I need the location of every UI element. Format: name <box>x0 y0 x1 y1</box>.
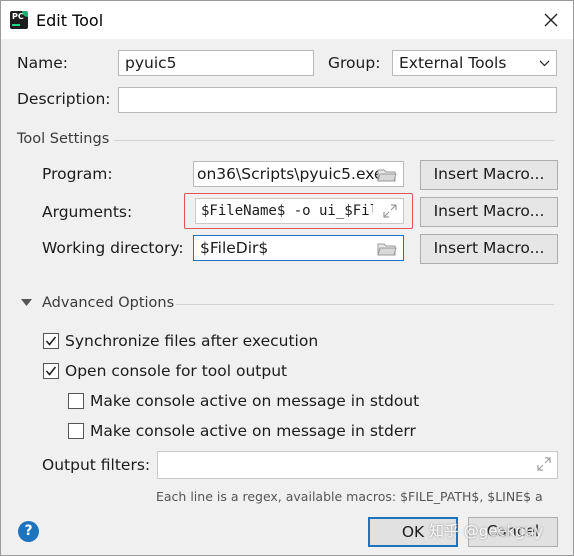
working-directory-label: Working directory: <box>42 239 184 257</box>
arguments-input[interactable]: $FileName$ -o ui_$FileN <box>195 198 404 224</box>
program-insert-macro-button[interactable]: Insert Macro... <box>420 160 558 190</box>
open-console-checkbox[interactable] <box>43 363 59 379</box>
stdout-checkbox[interactable] <box>68 393 84 409</box>
folder-icon[interactable] <box>377 242 397 256</box>
close-icon <box>544 13 558 27</box>
program-input[interactable]: on36\Scripts\pyuic5.exe <box>193 161 404 187</box>
arguments-label: Arguments: <box>42 203 133 221</box>
checkmark-icon <box>45 336 57 346</box>
tool-settings-heading: Tool Settings <box>17 131 110 147</box>
stderr-checkbox[interactable] <box>68 423 84 439</box>
tool-settings-separator <box>114 140 554 141</box>
arguments-insert-macro-button[interactable]: Insert Macro... <box>420 197 558 227</box>
checkmark-icon <box>45 366 57 376</box>
collapse-triangle-icon[interactable] <box>21 299 32 307</box>
stderr-label[interactable]: Make console active on message in stderr <box>90 422 416 440</box>
advanced-options-separator <box>176 304 554 305</box>
output-filters-hint: Each line is a regex, available macros: … <box>156 489 543 504</box>
sync-files-label[interactable]: Synchronize files after execution <box>65 332 318 350</box>
name-input[interactable]: pyuic5 <box>118 50 314 76</box>
program-input-value: on36\Scripts\pyuic5.exe <box>197 165 384 183</box>
working-directory-insert-macro-button[interactable]: Insert Macro... <box>420 234 558 264</box>
program-label: Program: <box>42 165 113 183</box>
open-console-label[interactable]: Open console for tool output <box>65 362 287 380</box>
description-label: Description: <box>17 90 111 108</box>
name-input-value: pyuic5 <box>125 54 177 72</box>
window-title: Edit Tool <box>36 11 104 30</box>
watermark: 知乎 @geekguy <box>429 522 544 540</box>
group-select[interactable]: External Tools <box>392 50 557 76</box>
description-input[interactable] <box>118 87 557 113</box>
title-bar: PC Edit Tool <box>1 1 573 39</box>
working-directory-input[interactable]: $FileDir$ <box>193 235 404 261</box>
expand-icon[interactable] <box>383 204 397 218</box>
output-filters-label: Output filters: <box>42 456 151 474</box>
close-button[interactable] <box>537 7 565 33</box>
pycharm-app-icon: PC <box>10 11 28 29</box>
chevron-down-icon <box>539 60 550 67</box>
help-button[interactable]: ? <box>18 521 39 542</box>
working-directory-input-value: $FileDir$ <box>200 239 269 257</box>
arguments-input-value: $FileName$ -o ui_$FileN <box>201 203 395 219</box>
stdout-label[interactable]: Make console active on message in stdout <box>90 392 419 410</box>
name-label: Name: <box>17 54 68 72</box>
group-select-value: External Tools <box>399 54 507 72</box>
sync-files-checkbox[interactable] <box>43 333 59 349</box>
expand-icon[interactable] <box>537 457 551 471</box>
folder-icon[interactable] <box>377 168 397 182</box>
output-filters-input[interactable] <box>157 451 558 479</box>
group-label: Group: <box>328 54 381 72</box>
advanced-options-heading[interactable]: Advanced Options <box>42 295 174 311</box>
edit-tool-dialog: PC Edit Tool Name: pyuic5 Group: Externa… <box>0 0 574 556</box>
